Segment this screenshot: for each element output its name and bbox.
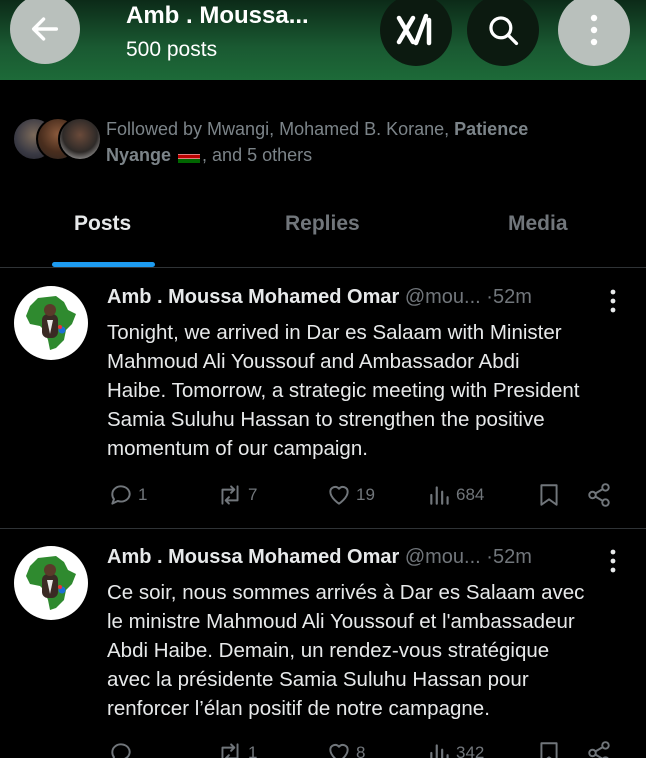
author-name[interactable]: Amb . Moussa Mohamed Omar — [107, 546, 399, 568]
views-button[interactable]: 684 — [428, 482, 484, 508]
search-button[interactable] — [467, 0, 539, 66]
profile-name-title: Amb . Moussa... — [126, 2, 309, 29]
heart-icon — [329, 485, 349, 505]
author-handle[interactable]: @mou... — [405, 286, 481, 308]
like-count: 8 — [356, 743, 366, 758]
post-divider — [0, 528, 646, 529]
post-header: Amb . Moussa Mohamed Omar @mou... ·52m — [107, 286, 532, 309]
like-button[interactable]: 19 — [326, 482, 375, 508]
follower-avatar — [58, 117, 102, 161]
post-text-line: Mahmoud Ali Youssouf and Ambassador Abdi — [107, 350, 520, 373]
post-text-line: Tonight, we arrived in Dar es Salaam wit… — [107, 321, 562, 344]
avatar[interactable] — [14, 286, 88, 360]
africa-map-logo-icon — [26, 556, 76, 610]
share-icon[interactable] — [586, 482, 612, 508]
reply-count: 1 — [138, 485, 148, 504]
heart-icon — [329, 743, 349, 758]
africa-map-logo-icon — [26, 296, 76, 350]
tabs-divider — [0, 267, 646, 268]
repost-button[interactable]: 7 — [216, 482, 257, 508]
grok-button[interactable] — [380, 0, 452, 66]
bookmark-icon[interactable] — [537, 482, 561, 508]
repost-icon — [221, 743, 239, 758]
share-icon[interactable] — [586, 740, 612, 758]
more-vertical-icon[interactable] — [604, 548, 622, 574]
post-text: Ce soir, nous sommes arrivés à Dar es Sa… — [107, 578, 632, 723]
back-button[interactable] — [10, 0, 80, 64]
tab-replies[interactable]: Replies — [285, 212, 360, 236]
follower-avatars[interactable] — [12, 117, 102, 163]
post-text-line: le ministre Mahmoud Ali Youssouf et l'am… — [107, 610, 575, 633]
post-text-line: Samia Suluhu Hassan to strengthen the po… — [107, 408, 545, 431]
more-options-button[interactable] — [558, 0, 630, 66]
views-button[interactable]: 342 — [428, 740, 484, 758]
followed-by-highlight: Nyange — [106, 145, 172, 165]
post-text-line: Abdi Haibe. Demain, un rendez-vous strat… — [107, 639, 550, 662]
followed-by-highlight: Patience — [454, 119, 529, 139]
like-button[interactable]: 8 — [326, 740, 365, 758]
repost-button[interactable]: 1 — [216, 740, 257, 758]
post-text-line: Ce soir, nous sommes arrivés à Dar es Sa… — [107, 581, 585, 604]
post-count: 500 posts — [126, 38, 218, 61]
search-icon — [489, 16, 519, 46]
post-text-line: avec la présidente Samia Suluhu Hassan p… — [107, 668, 529, 691]
repost-count: 1 — [248, 743, 258, 758]
followed-by-text[interactable]: Followed by Mwangi, Mohamed B. Korane, P… — [106, 116, 626, 168]
bookmark-icon[interactable] — [537, 740, 561, 758]
followed-by-suffix: , and 5 others — [202, 145, 313, 165]
post-text-line: Haibe. Tomorrow, a strategic meeting wit… — [107, 379, 580, 402]
like-count: 19 — [356, 485, 375, 504]
analytics-icon — [430, 744, 449, 758]
view-count: 342 — [456, 743, 485, 758]
post-text-line: momentum of our campaign. — [107, 437, 368, 460]
avatar[interactable] — [14, 546, 88, 620]
view-count: 684 — [456, 485, 485, 504]
analytics-icon — [430, 486, 449, 505]
profile-header: Amb . Moussa... 500 posts — [0, 0, 646, 80]
reply-icon — [111, 485, 131, 505]
grok-icon — [396, 13, 432, 46]
author-name[interactable]: Amb . Moussa Mohamed Omar — [107, 286, 399, 308]
reply-button[interactable] — [108, 740, 138, 758]
post-text: Tonight, we arrived in Dar es Salaam wit… — [107, 318, 632, 463]
more-vertical-icon — [590, 14, 598, 46]
repost-count: 7 — [248, 485, 258, 504]
reply-button[interactable]: 1 — [108, 482, 147, 508]
kenya-flag-icon — [178, 149, 201, 163]
post-header: Amb . Moussa Mohamed Omar @mou... ·52m — [107, 546, 532, 569]
tab-media[interactable]: Media — [508, 212, 568, 236]
post-time[interactable]: ·52m — [486, 286, 532, 308]
repost-icon — [221, 485, 239, 505]
more-vertical-icon[interactable] — [604, 288, 622, 314]
author-handle[interactable]: @mou... — [405, 546, 481, 568]
arrow-left-icon — [31, 17, 59, 41]
reply-icon — [111, 743, 131, 758]
post-time[interactable]: ·52m — [486, 546, 532, 568]
followed-by-prefix: Followed by Mwangi, Mohamed B. Korane, — [106, 119, 455, 139]
post-text-line: renforcer l’élan positif de notre campag… — [107, 697, 490, 720]
tab-posts[interactable]: Posts — [74, 212, 131, 236]
